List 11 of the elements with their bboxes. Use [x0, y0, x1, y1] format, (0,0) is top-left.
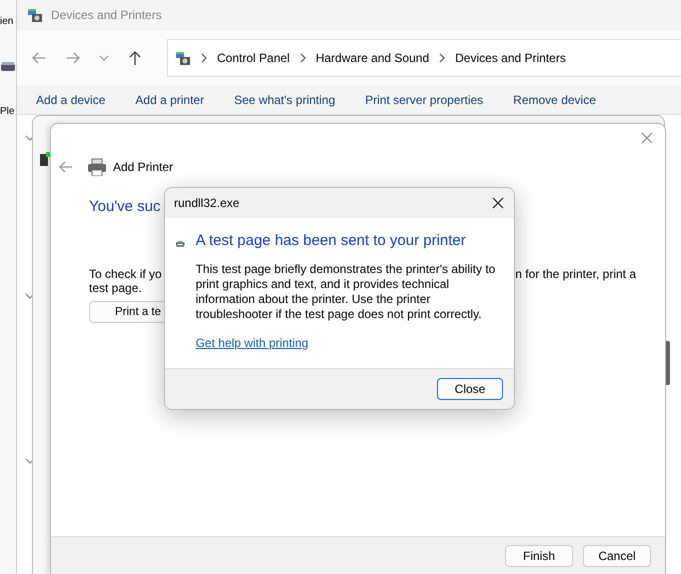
wizard-title: Add Printer [113, 160, 174, 174]
dialog-heading: A test page has been sent to your printer [196, 232, 466, 249]
instruction-text: test page. [89, 281, 142, 295]
label-text: ien [0, 16, 14, 27]
message-text: This test page briefly demonstrates the printer's ability to print graphics and text, and it provides technical information about the printer. Use the printer troubleshooter if the test page does not print correctly. [196, 262, 496, 322]
instruction-text: n for the printer, print a [515, 267, 636, 281]
dialog-title: rundll32.exe [174, 196, 240, 210]
instruction-text: To check if yo [89, 267, 162, 281]
window-title: Devices and Printers [51, 8, 162, 22]
label-text: Ple [0, 106, 14, 117]
heading-text: You've suc [89, 198, 161, 215]
